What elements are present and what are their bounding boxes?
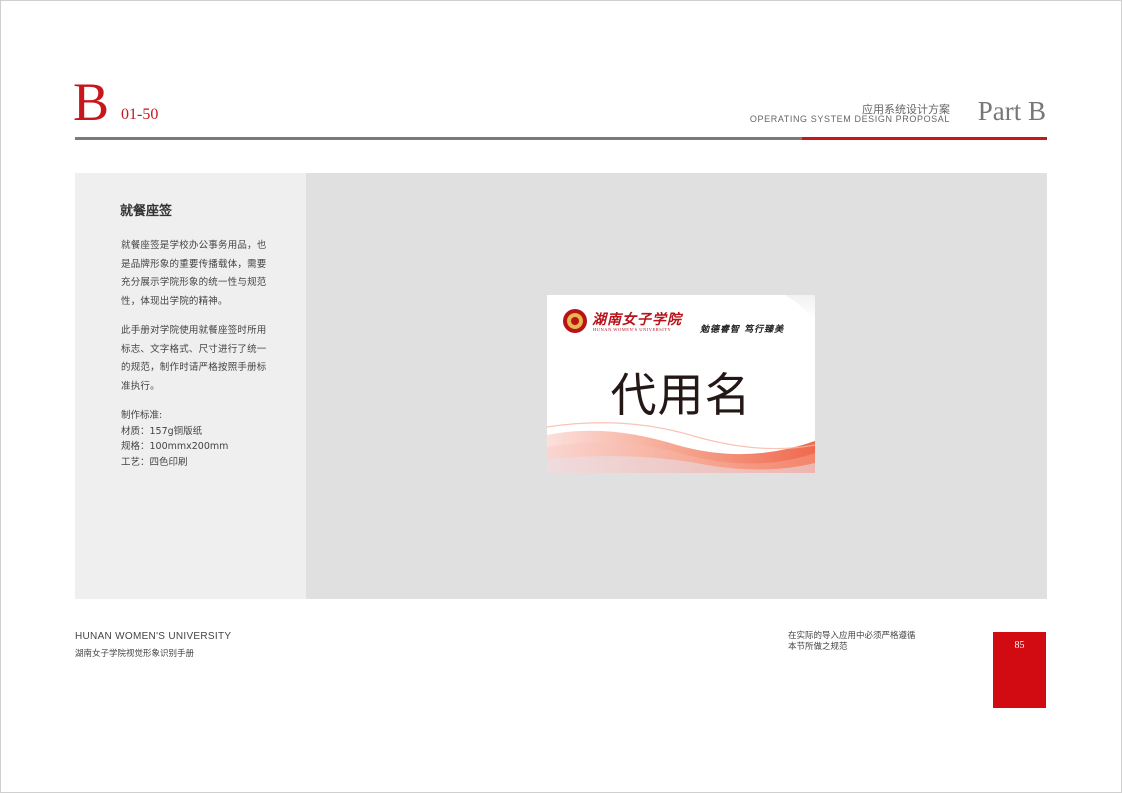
university-motto: 勉德睿智 笃行臻美 (700, 325, 785, 335)
header-divider-accent (802, 137, 1047, 140)
production-specs: 制作标准: 材质：157g铜版纸 规格：100mmx200mm 工艺：四色印刷 (121, 408, 291, 470)
spec-heading: 制作标准: (121, 410, 163, 421)
usage-note-line-1: 在实际的导入应用中必须严格遵循 (788, 631, 916, 641)
usage-note-line-2: 本节所做之规范 (788, 642, 848, 652)
part-label: Part B (977, 96, 1046, 126)
section-title: 就餐座签 (120, 204, 173, 219)
logo-text-en: HUNAN WOMEN'S UNIVERSITY (593, 327, 672, 332)
placeholder-name: 代用名 (610, 368, 752, 422)
logo-text-cn: 湖南女子学院 (592, 312, 682, 328)
spec-process: 工艺：四色印刷 (121, 456, 188, 468)
page-number-box: 85 (993, 632, 1046, 708)
description-paragraph-1: 就餐座签是学校办公事务用品，也是品牌形象的重要传播载体，需要充分展示学院形象的统… (121, 240, 267, 307)
section-letter: B (73, 72, 110, 132)
spec-size: 规格：100mmx200mm (121, 441, 229, 452)
place-card: 湖南女子学院 HUNAN WOMEN'S UNIVERSITY 勉德睿智 笃行臻… (547, 295, 815, 473)
spec-material: 材质：157g铜版纸 (121, 425, 203, 437)
description-paragraph-2: 此手册对学院使用就餐座签时所用标志、文字格式、尺寸进行了统一的规范，制作时请严格… (121, 325, 267, 392)
usage-note: 在实际的导入应用中必须严格遵循 本节所做之规范 (788, 631, 916, 653)
page-range: 01-50 (121, 106, 159, 123)
university-seal-icon (563, 309, 587, 333)
page-number: 85 (1014, 640, 1025, 651)
footer-manual-cn: 湖南女子学院视觉形象识别手册 (75, 649, 195, 659)
footer-university-en: HUNAN WOMEN'S UNIVERSITY (75, 631, 232, 642)
header-title-en: OPERATING SYSTEM DESIGN PROPOSAL (749, 114, 950, 124)
